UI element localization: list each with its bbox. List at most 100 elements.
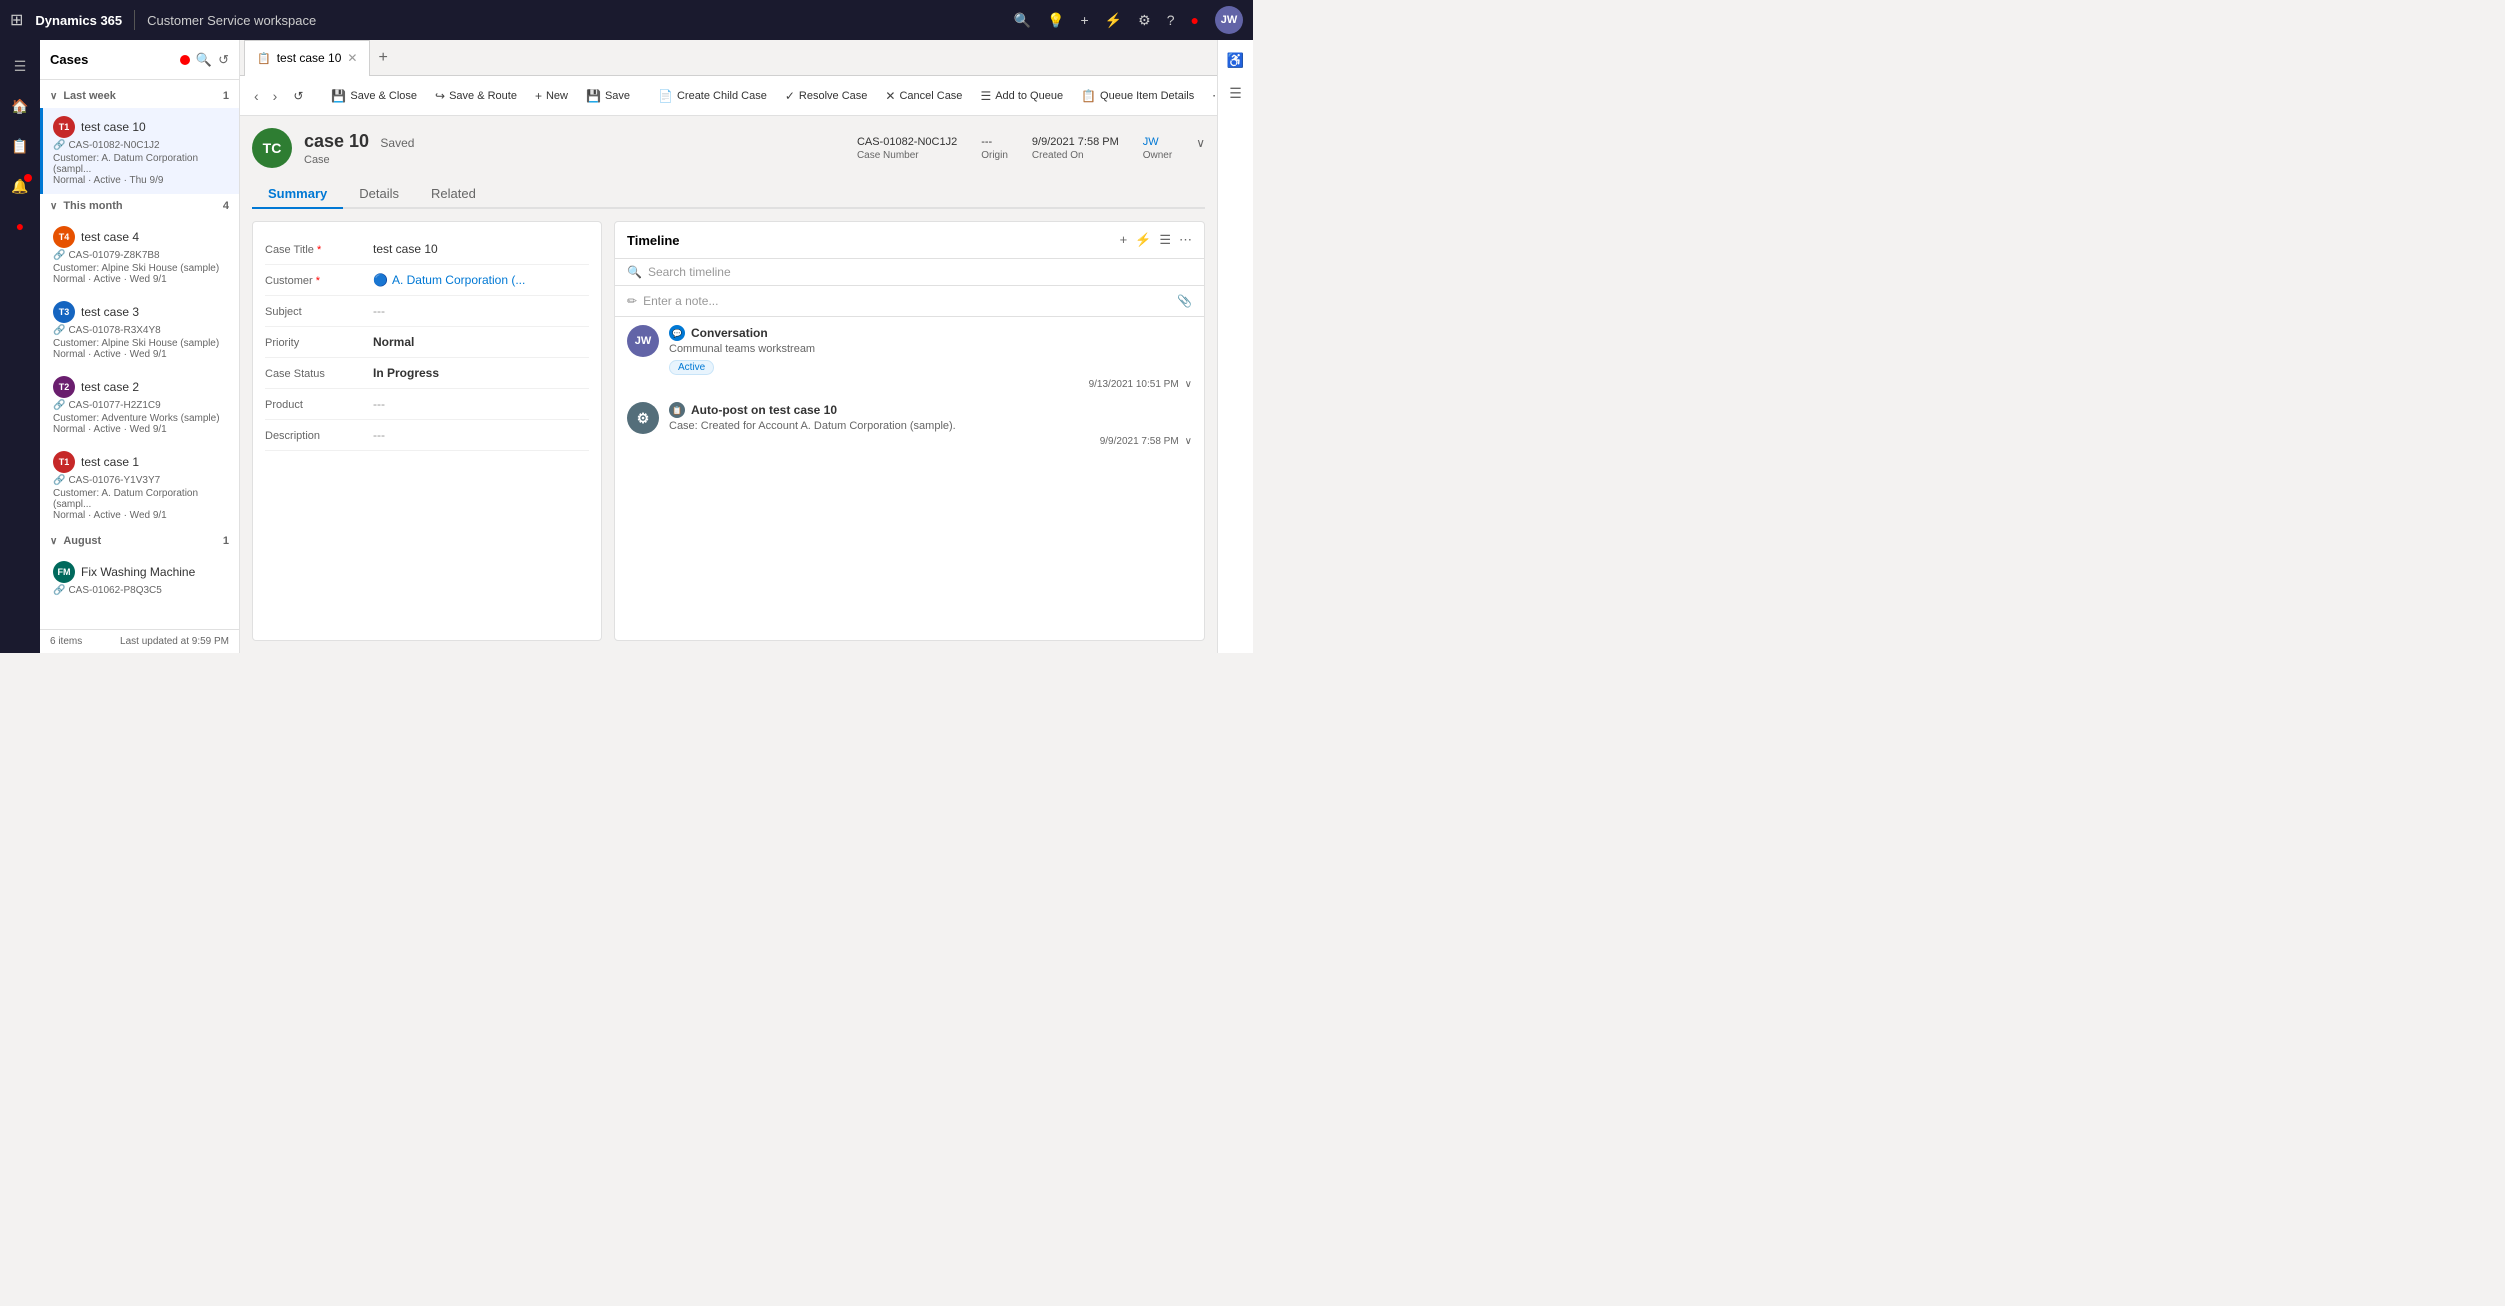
value-description[interactable]: --- — [373, 428, 589, 442]
field-case-title: Case Title * test case 10 — [265, 234, 589, 265]
resolve-icon: ✓ — [785, 89, 795, 103]
case-item-washing[interactable]: FM Fix Washing Machine 🔗CAS-01062-P8Q3C5 — [40, 553, 239, 606]
tab-case10[interactable]: 📋 test case 10 ✕ — [244, 40, 370, 76]
lightbulb-icon[interactable]: 💡 — [1047, 12, 1064, 29]
origin-value: --- — [981, 136, 1008, 148]
help-icon[interactable]: ? — [1167, 12, 1175, 28]
search-icon[interactable]: 🔍 — [1014, 12, 1031, 29]
value-subject[interactable]: --- — [373, 304, 589, 318]
created-on-col: 9/9/2021 7:58 PM Created On — [1032, 136, 1119, 161]
save-route-button[interactable]: ↪ Save & Route — [427, 85, 525, 107]
value-priority[interactable]: Normal — [373, 335, 589, 349]
app-grid-icon[interactable]: ⊞ — [10, 10, 23, 30]
save-close-button[interactable]: 💾 Save & Close — [323, 85, 425, 107]
create-child-label: Create Child Case — [677, 90, 767, 102]
attachment-icon[interactable]: 📎 — [1177, 294, 1192, 308]
more-button[interactable]: ⋯ — [1204, 85, 1217, 106]
timeline-header: Timeline + ⚡ ☰ ⋯ — [615, 222, 1204, 259]
value-case-title[interactable]: test case 10 — [373, 242, 589, 256]
cases-updated: Last updated at 9:59 PM — [120, 636, 229, 647]
case-saved-status: Saved — [380, 136, 414, 150]
filter-icon[interactable]: ⚡ — [1105, 12, 1122, 29]
note-placeholder: Enter a note... — [643, 294, 718, 308]
case-item-case10[interactable]: T1 test case 10 🔗 CAS-01082-N0C1J2 Custo… — [40, 108, 239, 194]
owner-label: Owner — [1143, 150, 1172, 161]
timeline-add-icon[interactable]: + — [1120, 232, 1128, 248]
status-dot: ● — [1191, 12, 1199, 28]
case-item-case4[interactable]: T4 test case 4 🔗CAS-01079-Z8K7B8 Custome… — [40, 218, 239, 293]
owner-value[interactable]: JW — [1143, 136, 1172, 148]
tab-related[interactable]: Related — [415, 180, 492, 209]
case-tc-avatar: TC — [252, 128, 292, 168]
timeline-more-icon[interactable]: ⋯ — [1179, 232, 1192, 248]
case-name-case1: test case 1 — [81, 455, 139, 469]
timeline-entry-autopost: ⚙ 📋 Auto-post on test case 10 Case: Crea… — [627, 402, 1192, 447]
cancel-case-button[interactable]: ✕ Cancel Case — [877, 85, 970, 107]
group-count-this-month: 4 — [223, 200, 229, 212]
expand-header-button[interactable]: ∨ — [1196, 136, 1205, 150]
note-input-area[interactable]: ✏ Enter a note... 📎 — [615, 286, 1204, 317]
group-toggle-last-week[interactable]: ∨ — [50, 91, 57, 102]
case-avatar-case1: T1 — [53, 451, 75, 473]
forward-button[interactable]: › — [267, 84, 284, 108]
resolve-case-button[interactable]: ✓ Resolve Case — [777, 85, 876, 107]
back-button[interactable]: ‹ — [248, 84, 265, 108]
case-name-case2: test case 2 — [81, 380, 139, 394]
case-meta-case10: Customer: A. Datum Corporation (sampl... — [53, 153, 229, 175]
group-toggle-this-month[interactable]: ∨ — [50, 201, 57, 212]
case-id-case10: 🔗 CAS-01082-N0C1J2 — [53, 140, 229, 151]
field-case-status: Case Status In Progress — [265, 358, 589, 389]
group-last-week: ∨ Last week 1 — [40, 84, 239, 108]
accessibility-icon[interactable]: ♿ — [1223, 48, 1248, 73]
origin-col: --- Origin — [981, 136, 1008, 161]
case-item-case3[interactable]: T3 test case 3 🔗CAS-01078-R3X4Y8 Custome… — [40, 293, 239, 368]
bell-icon[interactable]: 🔔 — [2, 168, 38, 204]
case-id-case1: 🔗CAS-01076-Y1V3Y7 — [53, 475, 229, 486]
inbox-icon[interactable]: 📋 — [2, 128, 38, 164]
queue-details-button[interactable]: 📋 Queue Item Details — [1073, 85, 1202, 107]
case-id-case2: 🔗CAS-01077-H2Z1C9 — [53, 400, 229, 411]
tab-summary[interactable]: Summary — [252, 180, 343, 209]
entry-content-conversation: 💬 Conversation Communal teams workstream… — [669, 325, 1192, 390]
autopost-type-icon: 📋 — [669, 402, 685, 418]
case-number-value: CAS-01082-N0C1J2 — [857, 136, 957, 148]
add-to-queue-button[interactable]: ☰ Add to Queue — [972, 85, 1071, 107]
value-customer[interactable]: 🔵 A. Datum Corporation (... — [373, 273, 589, 287]
home-icon[interactable]: 🏠 — [2, 88, 38, 124]
list-view-icon[interactable]: ☰ — [1225, 81, 1246, 106]
timeline-view-icon[interactable]: ☰ — [1159, 232, 1171, 248]
entry-time-autopost: 9/9/2021 7:58 PM — [1100, 436, 1179, 447]
cases-search-icon[interactable]: 🔍 — [196, 52, 212, 68]
case-avatar-case3: T3 — [53, 301, 75, 323]
group-count-last-week: 1 — [223, 90, 229, 102]
case-customer-case1: Customer: A. Datum Corporation (sampl... — [53, 488, 229, 510]
expand-autopost-icon[interactable]: ∨ — [1185, 436, 1192, 447]
search-placeholder[interactable]: Search timeline — [648, 265, 731, 279]
value-product[interactable]: --- — [373, 397, 589, 411]
plus-icon[interactable]: + — [1081, 12, 1089, 28]
timeline-filter-icon[interactable]: ⚡ — [1135, 232, 1151, 248]
case-item-case2[interactable]: T2 test case 2 🔗CAS-01077-H2Z1C9 Custome… — [40, 368, 239, 443]
tab-add-button[interactable]: + — [370, 49, 395, 67]
group-toggle-august[interactable]: ∨ — [50, 536, 57, 547]
tab-close-icon[interactable]: ✕ — [347, 51, 357, 65]
right-panel: ♿ ☰ — [1217, 40, 1253, 653]
user-avatar[interactable]: JW — [1215, 6, 1243, 34]
cases-refresh-icon[interactable]: ↺ — [218, 52, 229, 68]
save-button[interactable]: 💾 Save — [578, 85, 638, 107]
settings-icon[interactable]: ⚙ — [1138, 12, 1151, 29]
value-case-status[interactable]: In Progress — [373, 366, 589, 380]
case-number-col: CAS-01082-N0C1J2 Case Number — [857, 136, 957, 161]
field-priority: Priority Normal — [265, 327, 589, 358]
expand-conversation-icon[interactable]: ∨ — [1185, 379, 1192, 390]
case-item-case1[interactable]: T1 test case 1 🔗CAS-01076-Y1V3Y7 Custome… — [40, 443, 239, 529]
main-content: 📋 test case 10 ✕ + ‹ › ↺ 💾 Save & Close … — [240, 40, 1217, 653]
hamburger-icon[interactable]: ☰ — [2, 48, 38, 84]
label-case-status: Case Status — [265, 366, 365, 380]
new-button[interactable]: + New — [527, 85, 576, 107]
refresh-button[interactable]: ↺ — [285, 85, 311, 107]
create-child-button[interactable]: 📄 Create Child Case — [650, 85, 775, 107]
tab-details[interactable]: Details — [343, 180, 415, 209]
new-icon: + — [535, 89, 542, 103]
cases-title[interactable]: Cases — [50, 52, 174, 67]
